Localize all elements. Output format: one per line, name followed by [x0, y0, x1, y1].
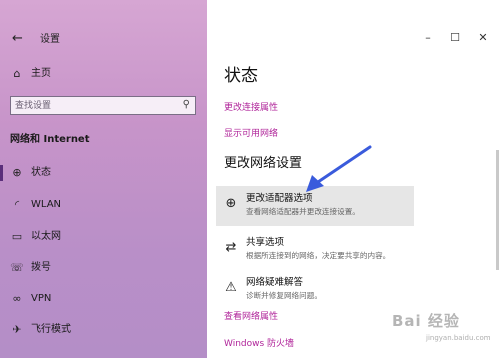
- minimize-icon[interactable]: –: [421, 31, 435, 45]
- windows-firewall-link[interactable]: Windows 防火墙: [224, 339, 294, 350]
- change-adapter-options[interactable]: ⊕ 更改适配器选项 查看网络适配器并更改连接设置。: [216, 186, 414, 226]
- sidebar: ← 设置 ⌂ 主页 ⚲ 网络和 Internet ⊕ 状态 ◜ WLAN ▭ 以…: [0, 0, 207, 358]
- window-controls: – ☐ ✕: [207, 24, 500, 52]
- window-title: 设置: [40, 34, 60, 45]
- sidebar-item-label: WLAN: [31, 199, 62, 210]
- back-arrow-icon[interactable]: ←: [12, 32, 23, 46]
- search-box[interactable]: ⚲: [10, 96, 196, 115]
- airplane-icon: ✈: [12, 323, 22, 336]
- option-title: 更改适配器选项: [246, 193, 313, 204]
- watermark-url: jingyan.baidu.com: [426, 334, 491, 342]
- sidebar-item-label: 主页: [31, 68, 51, 79]
- search-input[interactable]: [15, 99, 175, 112]
- option-title: 共享选项: [246, 237, 285, 248]
- sharing-options[interactable]: ⇄ 共享选项 根据所连接到的网络，决定要共享的内容。: [216, 230, 414, 270]
- search-icon[interactable]: ⚲: [183, 99, 190, 111]
- home-icon: ⌂: [13, 67, 21, 80]
- settings-window: ← 设置 ⌂ 主页 ⚲ 网络和 Internet ⊕ 状态 ◜ WLAN ▭ 以…: [0, 0, 500, 358]
- section-title: 网络和 Internet: [10, 134, 90, 145]
- option-description: 诊断并修复网络问题。: [246, 291, 322, 300]
- option-title: 网络疑难解答: [246, 277, 304, 288]
- wifi-icon: ◜: [14, 198, 20, 211]
- view-network-properties-link[interactable]: 查看网络属性: [224, 312, 278, 323]
- maximize-icon[interactable]: ☐: [448, 31, 462, 45]
- sidebar-item-label: 拨号: [31, 262, 51, 273]
- show-available-networks-link[interactable]: 显示可用网络: [224, 129, 278, 140]
- main-content: – ☐ ✕ 状态 更改连接属性 显示可用网络 更改网络设置 ⊕ 更改适配器选项 …: [207, 0, 500, 358]
- sidebar-item-status[interactable]: ⊕ 状态: [0, 161, 207, 185]
- sidebar-item-label: 状态: [31, 167, 51, 178]
- network-troubleshooter[interactable]: ⚠ 网络疑难解答 诊断并修复网络问题。: [216, 270, 414, 310]
- vpn-icon: ∞: [12, 292, 22, 305]
- adapter-icon: ⊕: [225, 196, 237, 211]
- sidebar-item-label: 以太网: [31, 231, 61, 242]
- dialup-icon: ☏: [10, 261, 24, 274]
- sharing-icon: ⇄: [225, 240, 237, 255]
- sidebar-item-dialup[interactable]: ☏ 拨号: [0, 256, 207, 280]
- status-icon: ⊕: [12, 166, 22, 179]
- scrollbar[interactable]: [496, 150, 499, 270]
- sidebar-item-label: VPN: [31, 293, 52, 304]
- change-connection-properties-link[interactable]: 更改连接属性: [224, 103, 278, 114]
- option-description: 查看网络适配器并更改连接设置。: [246, 207, 360, 216]
- sidebar-item-label: 飞行模式: [31, 324, 71, 335]
- watermark-brand: Bai 经验: [392, 312, 460, 330]
- ethernet-icon: ▭: [11, 230, 23, 243]
- page-title: 状态: [224, 66, 258, 86]
- warning-icon: ⚠: [225, 280, 237, 295]
- close-icon[interactable]: ✕: [476, 31, 490, 45]
- sidebar-item-ethernet[interactable]: ▭ 以太网: [0, 225, 207, 249]
- sidebar-item-wlan[interactable]: ◜ WLAN: [0, 193, 207, 217]
- sidebar-item-home[interactable]: ⌂ 主页: [0, 62, 207, 86]
- sidebar-item-vpn[interactable]: ∞ VPN: [0, 287, 207, 311]
- title-bar: ← 设置: [0, 24, 207, 52]
- sidebar-item-airplane[interactable]: ✈ 飞行模式: [0, 318, 207, 342]
- section-heading: 更改网络设置: [224, 156, 303, 171]
- option-description: 根据所连接到的网络，决定要共享的内容。: [246, 251, 391, 260]
